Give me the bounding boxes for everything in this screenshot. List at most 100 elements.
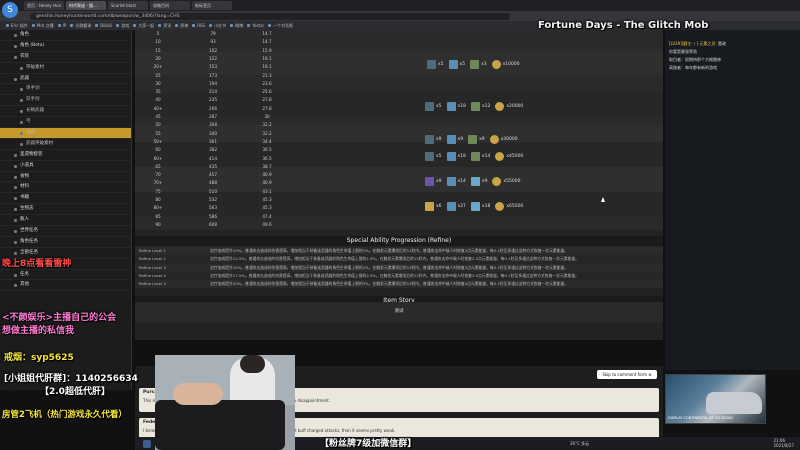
- weather-widget[interactable]: 26°C 多云: [570, 441, 589, 447]
- weapon-stats-table: 5 79 14.7 10 93 14.7 15 102 15.9 20 122 19.1 20+ 153 1…: [135, 30, 663, 230]
- refine-level: Refine Level 3: [139, 264, 166, 270]
- browser-tab[interactable]: 攻略百科: [150, 1, 190, 10]
- material-icon[interactable]: [470, 60, 480, 70]
- chat-username[interactable]: [LV29][戳主·丿] 元素之灵:: [669, 41, 717, 46]
- sidebar-item[interactable]: 弓: [0, 117, 131, 129]
- bookmark[interactable]: Yostar: [247, 23, 264, 28]
- overlay-guild-notice: <不颜娱乐>主播自己的公会: [2, 313, 117, 323]
- stats-row: 80 532 45.3: [135, 196, 663, 204]
- material-icon[interactable]: [446, 151, 456, 161]
- stats-sub: 19.1: [262, 55, 272, 61]
- sidebar-item[interactable]: 突破素材: [0, 63, 131, 74]
- material-icon[interactable]: [425, 151, 434, 161]
- webcam-feed: [155, 355, 295, 450]
- refine-row: Refine Level 3 治疗加成提升15%。普通攻击造成的伤害提高，增加相当…: [135, 263, 663, 272]
- sidebar-item[interactable]: 小道具: [0, 161, 131, 172]
- sidebar-item[interactable]: 角色: [0, 30, 131, 41]
- sidebar-item[interactable]: 任务: [0, 270, 131, 281]
- refine-section-title: Special Ability Progression (Refine): [135, 236, 663, 246]
- address-bar[interactable]: genshin.honeyhunterworld.com/db/weapon/w…: [30, 12, 510, 20]
- material-icon[interactable]: [425, 201, 434, 211]
- stats-row: 85 586 47.4: [135, 213, 663, 221]
- browser-tab[interactable]: 首页 - Honey Hun: [24, 1, 64, 10]
- material-icon[interactable]: [446, 201, 456, 211]
- refine-text: 治疗加成提升10%。普通攻击造成的伤害提高，增加相当于装备该武器的角色生命值上限…: [210, 248, 569, 253]
- mora-icon: [495, 151, 505, 161]
- bookmark[interactable]: Eric 插件: [6, 23, 28, 29]
- sidebar-item[interactable]: 生物志: [0, 204, 131, 216]
- material-icon[interactable]: [446, 101, 456, 111]
- sidebar-item[interactable]: 双手剑: [0, 95, 131, 107]
- material-icon[interactable]: [446, 176, 456, 186]
- material-icon[interactable]: [425, 135, 434, 145]
- stats-level: 40+: [153, 105, 163, 111]
- material-icon[interactable]: [470, 176, 480, 186]
- sidebar-item[interactable]: 法器: [0, 128, 131, 139]
- bookmark[interactable]: 游戏: [116, 23, 129, 29]
- stream-logo-icon: S: [2, 2, 18, 18]
- sidebar-item[interactable]: 书籍: [0, 193, 131, 205]
- stats-atk: 457: [209, 172, 217, 178]
- stats-sub: 25.6: [262, 89, 272, 95]
- bookmark[interactable]: 微博: [230, 23, 243, 29]
- bookmark[interactable]: 小红书: [209, 23, 226, 29]
- bookmark[interactable]: 大家一起: [133, 23, 154, 29]
- stats-level: 70: [155, 172, 161, 178]
- bookmark[interactable]: IP: [57, 23, 66, 28]
- game-caption: DISPLAY CONTINENTAL GT V8 SEDAN: [668, 416, 733, 420]
- stats-atk: 214: [209, 89, 217, 95]
- material-icon[interactable]: [470, 151, 480, 161]
- stats-level: 70+: [153, 180, 163, 186]
- refine-row: Refine Level 5 治疗加成提升20%。普通攻击造成的伤害提高，增加相当…: [135, 280, 663, 289]
- stats-row: 5 79 14.7: [135, 30, 663, 38]
- material-icon[interactable]: [448, 60, 458, 70]
- sidebar-item[interactable]: 敌人: [0, 215, 131, 227]
- bookmark[interactable]: RSS: [192, 23, 205, 28]
- bookmark[interactable]: Mrb 点播: [31, 23, 54, 29]
- bookmark[interactable]: 谷歌翻译: [70, 23, 91, 29]
- material-icon[interactable]: [470, 201, 480, 211]
- sidebar-item[interactable]: 武器: [0, 74, 131, 85]
- bookmark[interactable]: 资讯: [158, 23, 171, 29]
- start-icon[interactable]: [143, 439, 151, 448]
- sidebar-item[interactable]: 圣遗物套装: [0, 150, 131, 161]
- sidebar-item[interactable]: 衣装: [0, 52, 131, 63]
- story-body: 测试: [135, 302, 663, 322]
- stats-sub: 40.9: [262, 180, 272, 186]
- material-icon[interactable]: [425, 101, 434, 111]
- clock[interactable]: 21:06 2021/8/27: [773, 438, 794, 448]
- refine-text: 治疗加成提升20%。普通攻击造成的伤害提高，增加相当于装备该武器的角色生命值上限…: [210, 281, 569, 287]
- sidebar-item[interactable]: 单手剑: [0, 84, 131, 96]
- bookmark[interactable]: 原神: [175, 23, 188, 29]
- sidebar-item[interactable]: 材料: [0, 182, 131, 194]
- stats-row: 40+ 266 27.8: [135, 105, 663, 113]
- material-quantity: x18: [481, 203, 491, 209]
- streamer-hand: [173, 383, 223, 405]
- stats-level: 10: [155, 39, 161, 45]
- stats-sub: 21.3: [262, 72, 272, 78]
- stats-sub: 38.7: [262, 163, 272, 169]
- material-icon[interactable]: [427, 60, 436, 70]
- ascension-materials: x9 x14 x9 x55000: [425, 173, 523, 189]
- bookmark[interactable]: Bilibili: [95, 23, 112, 28]
- bookmark[interactable]: 一个对话框: [268, 23, 293, 29]
- stats-sub: 27.8: [262, 105, 272, 111]
- material-quantity: x5: [436, 153, 442, 159]
- material-icon[interactable]: [470, 101, 480, 111]
- sidebar-item[interactable]: 角色 (Beta): [0, 41, 131, 52]
- skip-to-comment-button[interactable]: Skip to comment form ⊕: [597, 370, 657, 379]
- sidebar-item[interactable]: 其他: [0, 280, 131, 292]
- sidebar-item[interactable]: 食物: [0, 172, 131, 183]
- sidebar-item[interactable]: 长柄武器: [0, 106, 131, 118]
- material-icon[interactable]: [446, 135, 456, 145]
- stats-row: 80+ 563 45.3: [135, 204, 663, 212]
- stats-row: 50 308 32.2: [135, 121, 663, 129]
- sidebar-item[interactable]: 角色任务: [0, 237, 131, 248]
- material-icon[interactable]: [468, 135, 478, 145]
- browser-tab[interactable]: 新标签页: [192, 1, 232, 10]
- browser-tab[interactable]: Scarlet blast: [108, 1, 148, 10]
- sidebar-item[interactable]: 世界任务: [0, 226, 131, 237]
- browser-tab-active[interactable]: 时代寄送 - 图...: [66, 1, 106, 10]
- material-icon[interactable]: [425, 176, 434, 186]
- sidebar-item[interactable]: 武器突破素材: [0, 139, 131, 150]
